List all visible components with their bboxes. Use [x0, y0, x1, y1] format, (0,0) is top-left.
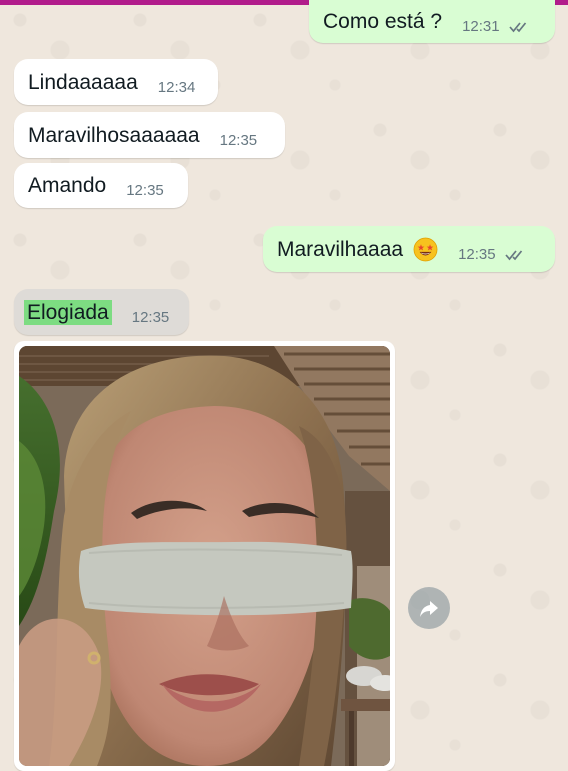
message-bubble-incoming[interactable]: Lindaaaaaa 12:34 — [14, 59, 218, 105]
forward-button[interactable] — [408, 587, 450, 629]
message-text: Maravilhosaaaaaa — [28, 123, 200, 147]
photo-message[interactable] — [14, 341, 395, 771]
message-text: Maravilhaaaa — [277, 237, 404, 261]
double-check-icon — [505, 249, 522, 260]
message-text: Como está ? — [323, 10, 443, 33]
message-time: 12:35 — [458, 247, 527, 262]
message-time: 12:31 — [462, 19, 531, 34]
message-text: Lindaaaaaa — [28, 70, 138, 94]
star-struck-emoji-icon — [413, 237, 438, 261]
message-bubble-outgoing[interactable]: Como está ? 12:31 — [309, 0, 555, 43]
message-bubble-outgoing[interactable]: Maravilhaaaa 12:35 — [263, 226, 555, 272]
message-time: 12:34 — [157, 78, 196, 96]
message-time: 12:35 — [131, 308, 170, 326]
message-text: Amando — [28, 174, 107, 197]
forward-icon — [420, 601, 438, 617]
double-check-icon — [509, 22, 526, 33]
message-bubble-incoming[interactable]: Maravilhosaaaaaa 12:35 — [14, 112, 285, 158]
message-text-highlighted: Elogiada — [24, 299, 112, 325]
message-time: 12:35 — [219, 131, 258, 149]
message-bubble-incoming[interactable]: Amando 12:35 — [14, 163, 188, 208]
photo-image — [19, 346, 390, 766]
message-time: 12:35 — [126, 182, 164, 199]
message-bubble-incoming[interactable]: Elogiada 12:35 — [14, 289, 189, 335]
